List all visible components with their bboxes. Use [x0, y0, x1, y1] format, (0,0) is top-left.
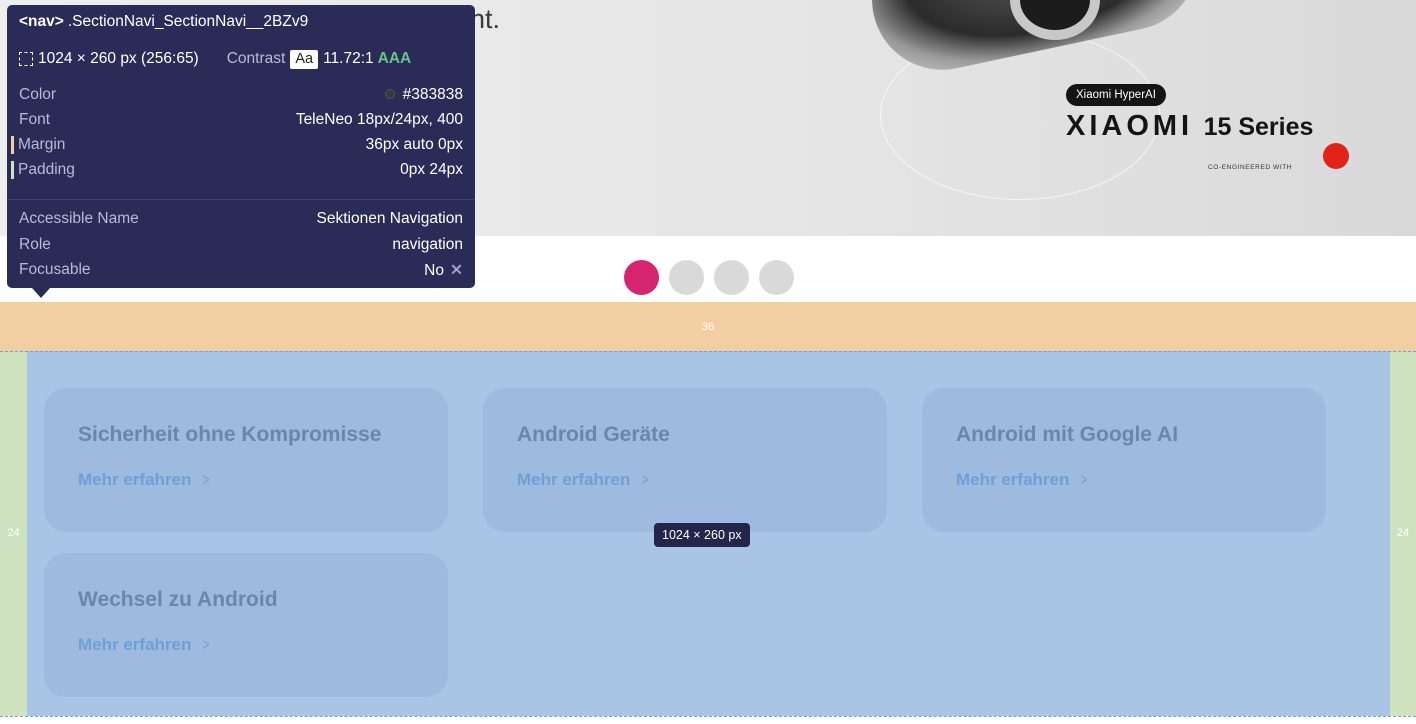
- row-value: No: [424, 261, 444, 279]
- margin-color-mark: [11, 136, 14, 154]
- element-tag: <nav>: [19, 13, 64, 30]
- padding-left-label: 24: [7, 527, 20, 539]
- row-key: Padding: [18, 161, 75, 178]
- element-selector: <nav> .SectionNavi_SectionNavi__2BZv9: [19, 12, 463, 32]
- section-card-switch-to-android[interactable]: Wechsel zu Android Mehr erfahren >: [44, 553, 448, 697]
- row-key: Color: [19, 86, 57, 103]
- row-key: Focusable: [19, 261, 91, 278]
- padding-color-mark: [11, 161, 14, 179]
- more-link-label: Mehr erfahren: [517, 470, 631, 489]
- more-link-label: Mehr erfahren: [956, 470, 1070, 489]
- coengineered-text: CO-ENGINEERED WITH: [1208, 164, 1293, 171]
- contrast-ratio: 11.72:1: [323, 50, 374, 67]
- carousel-dot-1[interactable]: [624, 260, 659, 295]
- row-value: navigation: [392, 236, 463, 253]
- card-title: Android Geräte: [517, 423, 670, 446]
- card-title: Wechsel zu Android: [78, 588, 278, 611]
- xiaomi-logo: XIAOMI: [1066, 110, 1194, 142]
- close-x-icon: ✕: [450, 261, 463, 279]
- dimensions-row: 1024 × 260 px (256:65) Contrast Aa 11.72…: [19, 49, 463, 69]
- overlay-top-border: [0, 351, 1416, 352]
- section-card-android-devices[interactable]: Android Geräte Mehr erfahren >: [483, 388, 887, 532]
- brand-line: XIAOMI 15 Series: [1066, 110, 1313, 143]
- card-title: Sicherheit ohne Kompromisse: [78, 423, 382, 446]
- section-card-security[interactable]: Sicherheit ohne Kompromisse Mehr erfahre…: [44, 388, 448, 532]
- carousel-dots: [624, 260, 794, 295]
- padding-right-label: 24: [1396, 527, 1410, 539]
- row-value: 0px 24px: [400, 161, 463, 178]
- carousel-dot-2[interactable]: [669, 260, 704, 295]
- element-dimensions: 1024 × 260 px (256:65): [38, 50, 199, 67]
- row-value: 36px auto 0px: [365, 136, 463, 153]
- carousel-dot-3[interactable]: [714, 260, 749, 295]
- chevron-right-icon: >: [1080, 470, 1088, 489]
- inspector-tooltip: <nav> .SectionNavi_SectionNavi__2BZv9 10…: [7, 5, 475, 288]
- padding-left-overlay: 24: [0, 351, 27, 716]
- margin-label: 36: [701, 321, 715, 333]
- leica-logo-icon: [1323, 143, 1349, 169]
- margin-row: Margin 36px auto 0px: [11, 135, 463, 155]
- row-value: #383838: [402, 86, 463, 103]
- more-link[interactable]: Mehr erfahren >: [956, 470, 1089, 490]
- row-value: TeleNeo 18px/24px, 400: [295, 111, 463, 128]
- accessible-name-row: Accessible Name Sektionen Navigation: [19, 209, 463, 229]
- chevron-right-icon: >: [202, 635, 210, 654]
- tooltip-divider: [7, 199, 475, 200]
- row-key: Accessible Name: [19, 210, 139, 227]
- tooltip-arrow: [32, 288, 50, 298]
- more-link[interactable]: Mehr erfahren >: [517, 470, 650, 490]
- element-class: .SectionNavi_SectionNavi__2BZv9: [67, 13, 309, 30]
- focusable-row: Focusable No ✕: [19, 260, 463, 280]
- chevron-right-icon: >: [202, 470, 210, 489]
- row-key: Role: [19, 236, 51, 253]
- chevron-right-icon: >: [641, 470, 649, 489]
- padding-right-overlay: 24: [1390, 351, 1416, 716]
- more-link[interactable]: Mehr erfahren >: [78, 635, 211, 655]
- more-link[interactable]: Mehr erfahren >: [78, 470, 211, 490]
- row-key: Margin: [18, 136, 66, 153]
- section-card-google-ai[interactable]: Android mit Google AI Mehr erfahren >: [922, 388, 1326, 532]
- color-row: Color #383838: [19, 85, 463, 105]
- carousel-dot-4[interactable]: [759, 260, 794, 295]
- contrast-label: Contrast: [226, 50, 286, 67]
- padding-row: Padding 0px 24px: [11, 160, 463, 180]
- color-swatch-icon: [384, 89, 395, 99]
- card-title: Android mit Google AI: [956, 423, 1179, 446]
- box-size-icon: [19, 52, 33, 66]
- hyperai-badge: Xiaomi HyperAI: [1066, 84, 1166, 106]
- role-row: Role navigation: [19, 235, 463, 255]
- more-link-label: Mehr erfahren: [78, 470, 192, 489]
- row-key: Font: [19, 111, 51, 128]
- font-row: Font TeleNeo 18px/24px, 400: [19, 110, 463, 130]
- overlay-bottom-border: [0, 716, 1416, 724]
- row-value: Sektionen Navigation: [316, 210, 464, 227]
- series-name: 15 Series: [1203, 113, 1314, 141]
- size-label: 1024 × 260 px: [654, 523, 750, 547]
- more-link-label: Mehr erfahren: [78, 635, 192, 654]
- margin-overlay: 36: [0, 302, 1416, 351]
- contrast-level: AAA: [377, 50, 412, 67]
- contrast-sample: Aa: [290, 49, 319, 69]
